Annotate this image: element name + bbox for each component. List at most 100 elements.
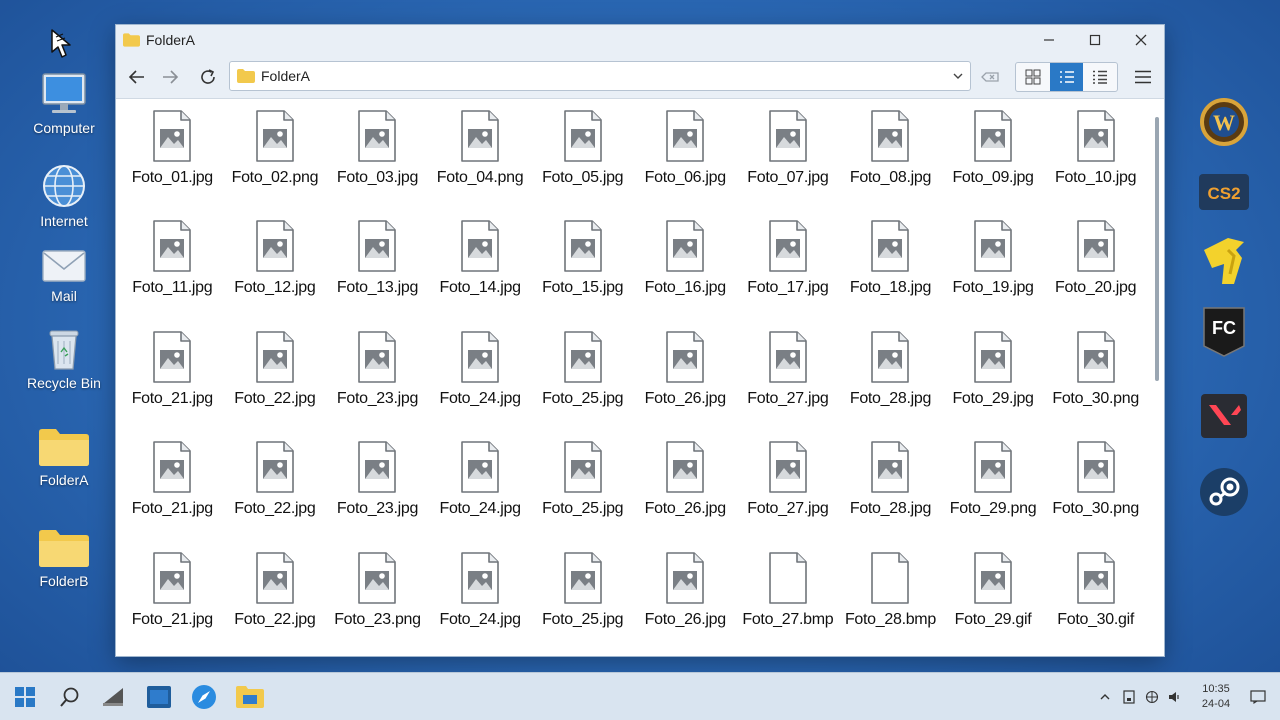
desktop-icon-recycle-bin[interactable]: Recycle Bin <box>14 327 114 391</box>
desktop-icon-foldera[interactable]: FolderA <box>14 426 114 488</box>
chevron-down-icon[interactable] <box>952 70 964 82</box>
app-cs2[interactable]: CS2 <box>1196 164 1252 220</box>
file-item[interactable]: Foto_24.jpg <box>429 330 532 440</box>
file-item[interactable]: Foto_15.jpg <box>531 219 634 329</box>
app-yellow[interactable] <box>1196 234 1252 290</box>
taskbar-terminal[interactable] <box>142 681 176 713</box>
file-item[interactable]: Foto_26.jpg <box>634 440 737 550</box>
file-item[interactable]: Foto_30.gif <box>1044 551 1147 656</box>
file-item[interactable]: Foto_29.png <box>942 440 1045 550</box>
address-text: FolderA <box>261 68 311 84</box>
app-fc-online[interactable]: FC <box>1196 304 1252 360</box>
file-item[interactable]: Foto_25.jpg <box>531 440 634 550</box>
desktop-icon-folderb[interactable]: FolderB <box>14 527 114 589</box>
taskbar-clock[interactable]: 10:35 24-04 <box>1194 682 1238 712</box>
file-item[interactable]: Foto_12.jpg <box>224 219 327 329</box>
file-item[interactable]: Foto_23.png <box>326 551 429 656</box>
file-item[interactable]: Foto_08.jpg <box>839 109 942 219</box>
file-item[interactable]: Foto_24.jpg <box>429 551 532 656</box>
file-item[interactable]: Foto_22.jpg <box>224 440 327 550</box>
file-item[interactable]: Foto_05.jpg <box>531 109 634 219</box>
file-item[interactable]: Foto_03.jpg <box>326 109 429 219</box>
tray-device[interactable] <box>1120 687 1138 707</box>
tray-network[interactable] <box>1143 687 1161 707</box>
file-item[interactable]: Foto_28.jpg <box>839 330 942 440</box>
image-file-icon <box>153 220 192 273</box>
file-item[interactable]: Foto_25.jpg <box>531 551 634 656</box>
file-item[interactable]: Foto_28.jpg <box>839 440 942 550</box>
desktop-icon-mail[interactable]: Mail <box>14 248 114 304</box>
file-item[interactable]: Foto_17.jpg <box>737 219 840 329</box>
file-item[interactable]: Foto_07.jpg <box>737 109 840 219</box>
notifications-button[interactable] <box>1249 687 1267 707</box>
clear-icon <box>981 72 999 82</box>
file-item[interactable]: Foto_02.png <box>224 109 327 219</box>
file-item[interactable]: Foto_28.bmp <box>839 551 942 656</box>
app-steam[interactable] <box>1196 464 1252 520</box>
vertical-scrollbar[interactable] <box>1155 117 1159 381</box>
taskbar-folder[interactable] <box>233 681 267 713</box>
file-item[interactable]: Foto_27.jpg <box>737 330 840 440</box>
file-item[interactable]: Foto_22.jpg <box>224 551 327 656</box>
file-item[interactable]: Foto_18.jpg <box>839 219 942 329</box>
forward-button[interactable] <box>155 63 185 91</box>
close-button[interactable] <box>1118 25 1164 55</box>
file-item[interactable]: Foto_26.jpg <box>634 551 737 656</box>
file-item[interactable]: Foto_30.png <box>1044 440 1147 550</box>
file-item[interactable]: Foto_26.jpg <box>634 330 737 440</box>
address-bar[interactable]: FolderA <box>229 61 971 91</box>
tray-volume[interactable] <box>1165 687 1183 707</box>
file-item[interactable]: Foto_30.png <box>1044 330 1147 440</box>
file-item[interactable]: Foto_29.jpg <box>942 330 1045 440</box>
file-item[interactable]: Foto_04.png <box>429 109 532 219</box>
file-item[interactable]: Foto_23.jpg <box>326 440 429 550</box>
file-item[interactable]: Foto_21.jpg <box>121 551 224 656</box>
file-item[interactable]: Foto_27.bmp <box>737 551 840 656</box>
minimize-button[interactable] <box>1026 25 1072 55</box>
file-item[interactable]: Foto_22.jpg <box>224 330 327 440</box>
image-file-icon <box>974 330 1012 383</box>
app-world-of-warcraft[interactable]: W <box>1196 94 1252 150</box>
desktop-icon-computer[interactable]: Computer <box>14 72 114 136</box>
wow-icon: W <box>1200 98 1248 146</box>
file-manager-window: FolderA FolderA Foto_01.jpg Foto_02.png … <box>116 25 1164 656</box>
blank-file-icon <box>769 551 807 604</box>
maximize-button[interactable] <box>1072 25 1118 55</box>
title-bar[interactable]: FolderA <box>116 25 1164 55</box>
file-item[interactable]: Foto_23.jpg <box>326 330 429 440</box>
taskbar-browser[interactable] <box>187 681 221 713</box>
start-button[interactable] <box>8 681 42 713</box>
file-item[interactable]: Foto_10.jpg <box>1044 109 1147 219</box>
file-name: Foto_11.jpg <box>132 279 213 297</box>
start-icon <box>15 687 35 707</box>
file-item[interactable]: Foto_06.jpg <box>634 109 737 219</box>
back-button[interactable] <box>122 63 152 91</box>
menu-button[interactable] <box>1128 63 1158 91</box>
desktop-icon-internet[interactable]: Internet <box>14 163 114 229</box>
file-item[interactable]: Foto_16.jpg <box>634 219 737 329</box>
file-item[interactable]: Foto_24.jpg <box>429 440 532 550</box>
file-item[interactable]: Foto_11.jpg <box>121 219 224 329</box>
taskbar-file-manager[interactable] <box>97 681 131 713</box>
file-item[interactable]: Foto_09.jpg <box>942 109 1045 219</box>
grid-view-button[interactable] <box>1016 63 1050 91</box>
file-item[interactable]: Foto_14.jpg <box>429 219 532 329</box>
file-item[interactable]: Foto_13.jpg <box>326 219 429 329</box>
taskbar-search-button[interactable] <box>53 681 87 713</box>
image-file-icon <box>769 330 807 383</box>
details-view-button[interactable] <box>1083 63 1117 91</box>
file-item[interactable]: Foto_01.jpg <box>121 109 224 219</box>
app-valorant[interactable] <box>1196 388 1252 444</box>
clear-address-button[interactable] <box>976 63 1004 91</box>
file-item[interactable]: Foto_21.jpg <box>121 330 224 440</box>
file-item[interactable]: Foto_25.jpg <box>531 330 634 440</box>
tray-expand-button[interactable] <box>1096 687 1114 707</box>
list-view-button[interactable] <box>1049 63 1084 91</box>
file-item[interactable]: Foto_19.jpg <box>942 219 1045 329</box>
file-item[interactable]: Foto_20.jpg <box>1044 219 1147 329</box>
file-item[interactable]: Foto_27.jpg <box>737 440 840 550</box>
refresh-button[interactable] <box>193 63 223 91</box>
file-item[interactable]: Foto_21.jpg <box>121 440 224 550</box>
file-item[interactable]: Foto_29.gif <box>942 551 1045 656</box>
file-list-area: Foto_01.jpg Foto_02.png Foto_03.jpg Foto_04… <box>116 99 1164 656</box>
